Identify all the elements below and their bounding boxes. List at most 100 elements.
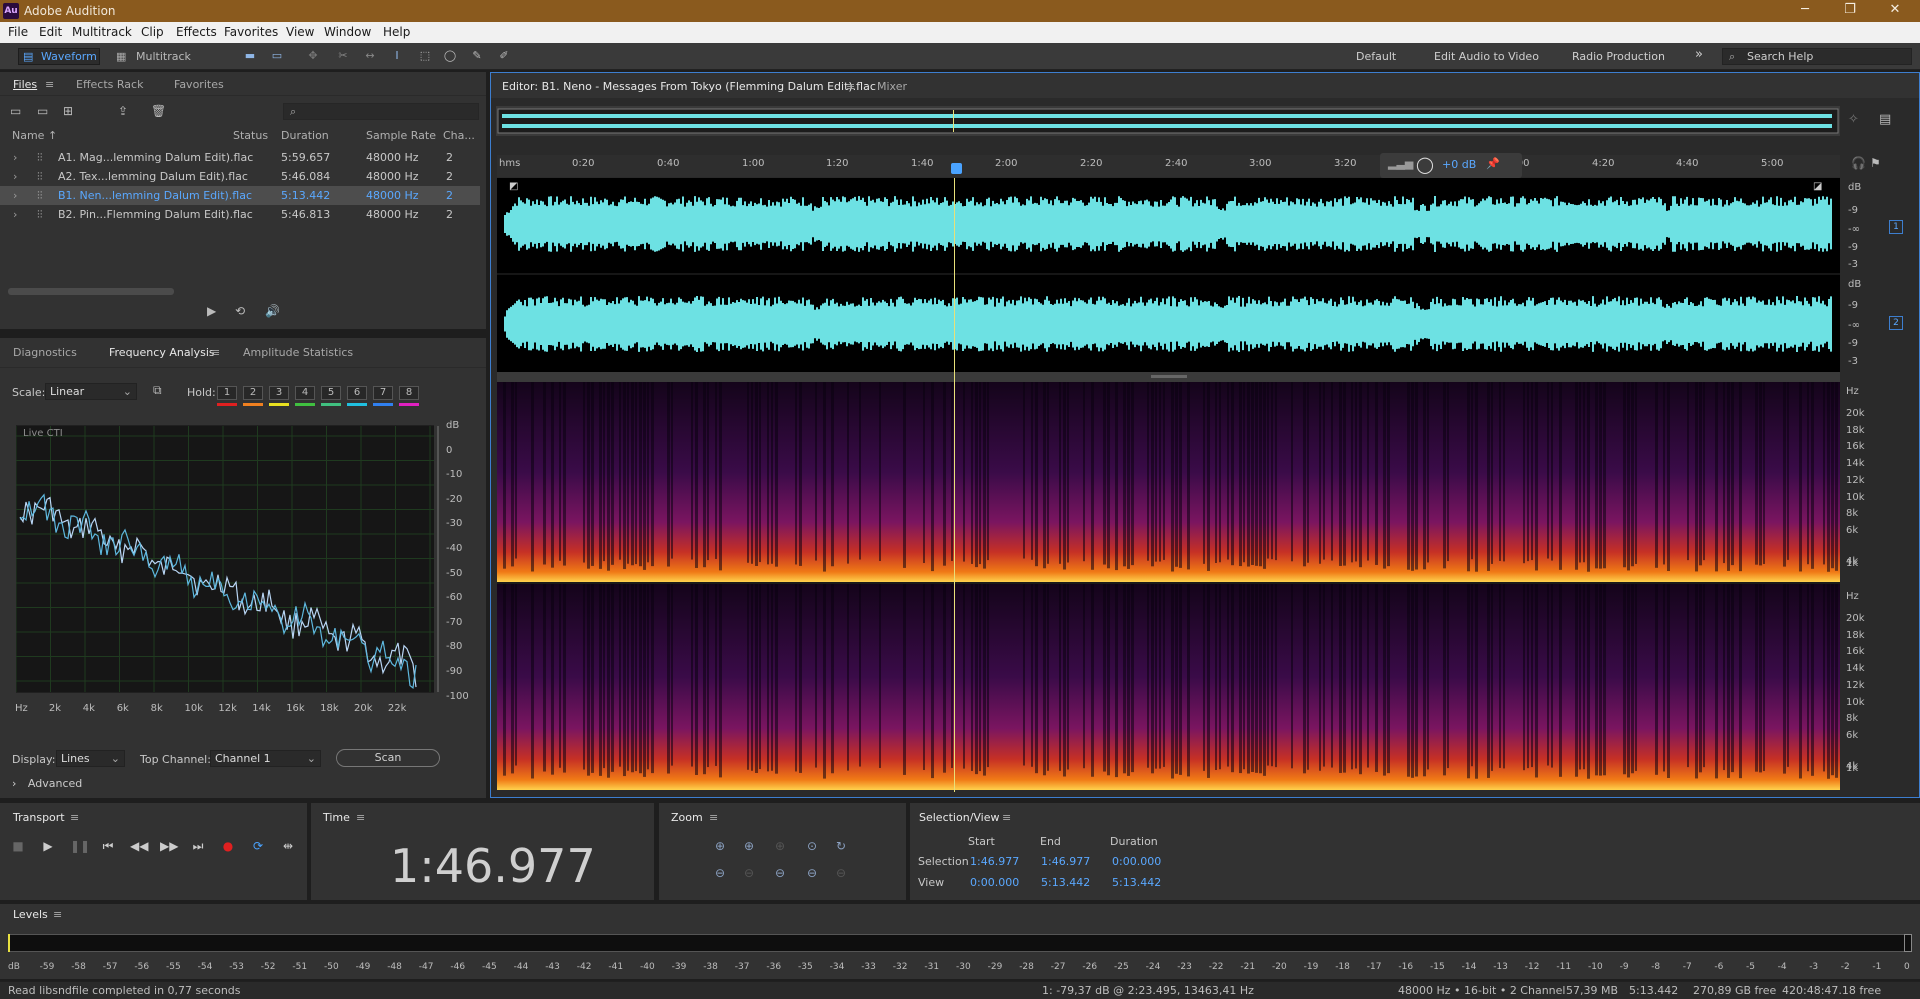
file-row[interactable]: › ⫶⫶ A2. Tex...lemming Dalum Edit).flac 5:4… (0, 167, 480, 186)
hold-button-3[interactable]: 3 (269, 386, 289, 400)
lasso-tool-icon[interactable]: ◯ (443, 49, 457, 63)
new-file-icon[interactable]: ⊞ (63, 104, 73, 118)
chevron-right-icon[interactable]: › (13, 189, 17, 202)
file-row[interactable]: › ⫶⫶ B2. Pin...Flemming Dalum Edit).flac 5:… (0, 205, 480, 224)
time-selection-tool-icon[interactable]: I (390, 49, 404, 63)
fast-forward-icon[interactable]: ▶▶ (160, 838, 178, 854)
files-search-input[interactable]: ⌕ (283, 103, 479, 120)
menu-help[interactable]: Help (383, 25, 410, 39)
delete-file-icon[interactable]: 🗑 (151, 104, 166, 118)
headphone-icon[interactable]: 🎧 (1851, 156, 1866, 170)
display-dropdown[interactable]: Lines ⌄ (56, 750, 125, 767)
zoom-in-time-icon[interactable]: ⊕ (740, 837, 758, 855)
spot-healing-icon[interactable]: ✐ (497, 49, 511, 63)
hold-button-1[interactable]: 1 (217, 386, 237, 400)
razor-tool-icon[interactable]: ✂ (336, 49, 350, 63)
col-sample-rate[interactable]: Sample Rate (366, 129, 436, 142)
chevron-right-icon[interactable]: › (13, 170, 17, 183)
waveform-view-button[interactable]: ▤ Waveform (18, 48, 100, 65)
hold-button-7[interactable]: 7 (373, 386, 393, 400)
clear-holds-icon[interactable]: ⧉ (153, 383, 162, 398)
pin-hud-icon[interactable]: 📌 (1486, 157, 1500, 170)
advanced-toggle[interactable]: › Advanced (12, 777, 82, 790)
chevron-right-icon[interactable]: › (13, 208, 17, 221)
selection-start[interactable]: 1:46.977 (970, 855, 1019, 868)
search-help-field[interactable]: ⌕ Search Help (1722, 48, 1912, 65)
menu-window[interactable]: Window (324, 25, 371, 39)
tab-diagnostics[interactable]: Diagnostics (13, 346, 77, 359)
panel-menu-icon[interactable]: ≡ (846, 80, 855, 93)
play-icon[interactable]: ▶ (40, 838, 56, 854)
expand-icon[interactable]: ◩ (509, 181, 518, 192)
view-end[interactable]: 5:13.442 (1041, 876, 1090, 889)
zoom-reset-icon[interactable]: ↻ (832, 837, 850, 855)
slip-tool-icon[interactable]: ↔ (363, 49, 377, 63)
col-status[interactable]: Status (233, 129, 268, 142)
hold-button-2[interactable]: 2 (243, 386, 263, 400)
import-file-icon[interactable]: ▭ (37, 104, 48, 118)
panel-menu-icon[interactable]: ≡ (709, 811, 718, 824)
display-settings-icon[interactable]: ▤ (1879, 112, 1891, 127)
col-name[interactable]: Name ↑ (12, 129, 57, 142)
zoom-fit-icon[interactable]: ⊖ (803, 864, 821, 882)
tab-frequency-analysis[interactable]: Frequency Analysis (109, 346, 215, 359)
menu-multitrack[interactable]: Multitrack (72, 25, 132, 39)
channel-2-toggle[interactable]: 2 (1889, 316, 1903, 330)
menu-clip[interactable]: Clip (141, 25, 164, 39)
file-row[interactable]: › ⫶⫶ B1. Nen...lemming Dalum Edit).flac 5:1… (0, 186, 480, 205)
spectral-frequency-icon[interactable]: ▬ (243, 49, 257, 63)
workspace-default[interactable]: Default (1356, 50, 1396, 63)
loop-icon[interactable]: ⟳ (250, 838, 266, 854)
view-start[interactable]: 0:00.000 (970, 876, 1019, 889)
spectral-pitch-icon[interactable]: ▭ (270, 49, 284, 63)
zoom-out-full-icon[interactable]: ✧ (1848, 112, 1859, 127)
hold-button-8[interactable]: 8 (399, 386, 419, 400)
col-duration[interactable]: Duration (281, 129, 329, 142)
more-workspaces-icon[interactable]: » (1695, 47, 1703, 62)
workspace-radio-production[interactable]: Radio Production (1572, 50, 1665, 63)
hold-button-5[interactable]: 5 (321, 386, 341, 400)
tab-amplitude-statistics[interactable]: Amplitude Statistics (243, 346, 353, 359)
open-file-icon[interactable]: ▭ (10, 104, 21, 118)
tab-mixer[interactable]: Mixer (877, 80, 907, 93)
volume-knob-icon[interactable]: ◯ (1416, 155, 1434, 174)
zoom-out-amplitude-icon[interactable]: ⊖ (711, 864, 729, 882)
panel-menu-icon[interactable]: ≡ (211, 346, 220, 359)
play-preview-icon[interactable]: ▶ (207, 304, 216, 318)
overview-waveform[interactable] (496, 106, 1840, 136)
menu-edit[interactable]: Edit (39, 25, 62, 39)
time-display[interactable]: 1:46.977 (390, 839, 596, 893)
hold-button-4[interactable]: 4 (295, 386, 315, 400)
autoplay-icon[interactable]: 🔊 (265, 304, 280, 318)
col-channels[interactable]: Cha... (443, 129, 475, 142)
collapse-icon[interactable]: ◪ (1813, 181, 1822, 192)
top-channel-dropdown[interactable]: Channel 1 ⌄ (210, 750, 321, 767)
clip-indicator[interactable] (1904, 934, 1912, 952)
menu-favorites[interactable]: Favorites (224, 25, 278, 39)
loop-preview-icon[interactable]: ⟲ (235, 304, 245, 318)
multitrack-view-button[interactable]: ▦ Multitrack (112, 48, 194, 65)
minimize-button[interactable]: ─ (1790, 2, 1820, 20)
menu-effects[interactable]: Effects (176, 25, 217, 39)
zoom-out-full-icon[interactable]: ⊖ (771, 864, 789, 882)
zoom-in-selection-icon[interactable]: ⊕ (771, 837, 789, 855)
tab-editor[interactable]: Editor: B1. Neno - Messages From Tokyo (… (502, 80, 876, 93)
panel-menu-icon[interactable]: ≡ (53, 908, 62, 921)
panel-menu-icon[interactable]: ≡ (45, 78, 54, 91)
files-scrollbar[interactable] (8, 288, 174, 295)
move-tool-icon[interactable]: ✥ (306, 49, 320, 63)
hold-button-6[interactable]: 6 (347, 386, 367, 400)
pause-icon[interactable]: ❚❚ (70, 838, 90, 854)
zoom-in-amplitude-icon[interactable]: ⊕ (711, 837, 729, 855)
zoom-to-selection-icon[interactable]: ⊙ (803, 837, 821, 855)
skip-to-end-icon[interactable]: ⏭ (190, 838, 206, 854)
workspace-edit-audio-to-video[interactable]: Edit Audio to Video (1434, 50, 1539, 63)
close-button[interactable]: ✕ (1880, 2, 1910, 20)
scale-dropdown[interactable]: Linear ⌄ (45, 383, 137, 400)
tab-favorites[interactable]: Favorites (174, 78, 224, 91)
chevron-right-icon[interactable]: › (13, 151, 17, 164)
panel-menu-icon[interactable]: ≡ (1002, 811, 1011, 824)
channel-1-toggle[interactable]: 1 (1889, 220, 1903, 234)
playhead-handle[interactable] (951, 163, 962, 174)
menu-view[interactable]: View (286, 25, 314, 39)
